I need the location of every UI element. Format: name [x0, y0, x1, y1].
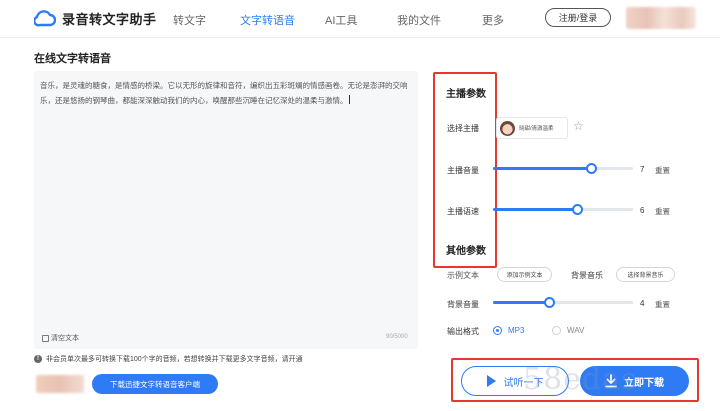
anchor-avatar — [500, 120, 515, 136]
download-now-button[interactable]: 立即下载 — [580, 366, 689, 396]
radio-dot — [552, 326, 561, 335]
slider-thumb[interactable] — [586, 163, 597, 174]
play-icon — [486, 375, 496, 387]
text-editor[interactable]: 音乐，是灵魂的糖食，是情感的桥梁。它以无形的旋律和音符，编织出五彩斑斓的情感画卷… — [34, 71, 418, 349]
anchor-label: 选择主播 — [447, 124, 479, 133]
bgm-volume-reset-button[interactable]: 重置 — [655, 299, 670, 310]
speed-reset-button[interactable]: 重置 — [655, 206, 670, 217]
blurred-image — [36, 375, 84, 393]
format-radio-mp3[interactable]: MP3 — [493, 326, 524, 335]
app-title: 录音转文字助手 — [62, 12, 157, 27]
nav-text-to-speech[interactable]: 文字转语音 — [240, 12, 295, 28]
nav-speech-to-text[interactable]: 转文字 — [173, 12, 206, 28]
top-navigation-bar: 录音转文字助手 转文字 文字转语音 AI工具 我的文件 更多 注册/登录 — [0, 0, 720, 38]
nav-ai-tools[interactable]: AI工具 — [325, 12, 357, 28]
preview-listen-button[interactable]: 试听一下 — [461, 366, 569, 396]
preview-listen-label: 试听一下 — [503, 377, 544, 389]
radio-dot — [493, 326, 502, 335]
bgm-volume-label: 背景音量 — [447, 300, 479, 309]
cloud-icon — [34, 10, 56, 27]
speed-slider[interactable] — [493, 203, 633, 217]
format-label-mp3: MP3 — [508, 326, 525, 335]
editor-content[interactable]: 音乐，是灵魂的糖食，是情感的桥梁。它以无形的旋律和音符，编织出五彩斑斓的情感画卷… — [40, 78, 416, 108]
format-radio-wav[interactable]: WAV — [552, 326, 584, 335]
slider-thumb[interactable] — [544, 297, 555, 308]
nav-my-files[interactable]: 我的文件 — [397, 12, 441, 28]
bgm-volume-slider[interactable] — [493, 296, 633, 310]
add-sample-text-button[interactable]: 添加示例文本 — [497, 267, 552, 282]
editor-text: 音乐，是灵魂的糖食，是情感的桥梁。它以无形的旋律和音符，编织出五彩斑斓的情感画卷… — [40, 81, 408, 105]
anchor-section-title: 主播参数 — [446, 89, 486, 100]
output-format-label: 输出格式 — [447, 327, 479, 336]
slider-fill — [493, 208, 577, 211]
speed-label: 主播语速 — [447, 207, 479, 216]
clear-icon — [42, 334, 49, 342]
nav-more[interactable]: 更多 — [482, 12, 504, 28]
speed-value: 6 — [640, 206, 645, 215]
notice-text: 非会员单次最多可转换下载100个字的音频，若想转换并下载更多文字音频，请开通 — [46, 356, 303, 363]
slider-thumb[interactable] — [572, 204, 583, 215]
user-avatar[interactable] — [626, 7, 696, 29]
download-client-button[interactable]: 下载迅捷文字转语音客户端 — [92, 374, 218, 394]
slider-fill — [493, 167, 591, 170]
volume-reset-button[interactable]: 重置 — [655, 165, 670, 176]
volume-label: 主播音量 — [447, 166, 479, 175]
select-bgm-button[interactable]: 选择背景音乐 — [616, 267, 675, 282]
clear-text-label: 清空文本 — [51, 335, 79, 342]
sample-text-label: 示例文本 — [447, 271, 479, 280]
anchor-name: 晓甜/清澈温柔 — [519, 126, 554, 132]
bgm-label: 背景音乐 — [571, 271, 603, 280]
character-count: 90/5000 — [386, 334, 408, 340]
star-icon[interactable]: ☆ — [573, 120, 584, 132]
other-section-title: 其他参数 — [446, 246, 486, 257]
clear-text-button[interactable]: 清空文本 — [42, 333, 79, 343]
volume-slider[interactable] — [493, 162, 633, 176]
bgm-volume-value: 4 — [640, 299, 645, 308]
format-label-wav: WAV — [567, 326, 585, 335]
volume-value: 7 — [640, 165, 645, 174]
page-title: 在线文字转语音 — [34, 53, 111, 65]
download-now-label: 立即下载 — [624, 377, 664, 389]
download-icon — [605, 374, 617, 388]
text-caret — [348, 95, 350, 104]
member-notice: ! 非会员单次最多可转换下载100个字的音频，若想转换并下载更多文字音频，请开通 — [34, 354, 303, 364]
info-icon: ! — [34, 355, 42, 363]
login-button[interactable]: 注册/登录 — [545, 8, 611, 27]
app-logo[interactable]: 录音转文字助手 — [34, 9, 157, 28]
slider-fill — [493, 301, 549, 304]
anchor-selector[interactable]: 晓甜/清澈温柔 — [496, 117, 568, 139]
